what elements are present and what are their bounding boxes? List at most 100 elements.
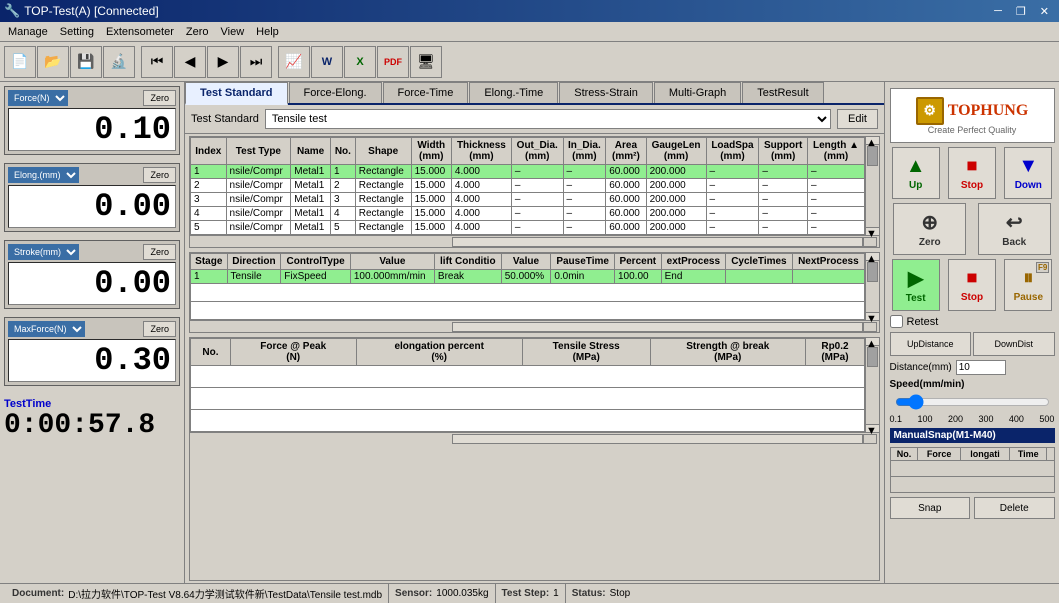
elong-select[interactable]: Elong.(mm) <box>8 167 79 183</box>
specimens-cell: Rectangle <box>355 179 411 193</box>
col-loadspa: LoadSpa(mm) <box>706 138 759 165</box>
menu-zero[interactable]: Zero <box>180 24 215 40</box>
specimens-cell: 4 <box>191 207 227 221</box>
process-scrollbar-h[interactable] <box>452 322 863 332</box>
specimens-cell: 15.000 <box>411 193 451 207</box>
proc-controltype: ControlType <box>281 254 351 270</box>
res-strengthbreak: Strength @ break(MPa) <box>650 339 805 366</box>
res-no: No. <box>191 339 231 366</box>
status-bar: Document: D:\拉力软件\TOP-Test V8.64力学测试软件新\… <box>0 583 1059 603</box>
force-zero-button[interactable]: Zero <box>143 90 176 106</box>
close-button[interactable]: ✕ <box>1034 3 1055 19</box>
menu-extensometer[interactable]: Extensometer <box>100 24 180 40</box>
specimens-cell: – <box>563 221 606 235</box>
toolbar-next[interactable]: ▶ <box>207 46 239 78</box>
tab-multi-graph[interactable]: Multi-Graph <box>654 82 741 103</box>
stop-label-1: Stop <box>961 180 983 191</box>
proc-direction: Direction <box>227 254 281 270</box>
proc-cell-pausetime: 0.0min <box>551 270 615 284</box>
proc-percent: Percent <box>614 254 661 270</box>
logo-text: TOPHUNG <box>948 102 1029 120</box>
stroke-select[interactable]: Stroke(mm) <box>8 244 79 260</box>
toolbar-first[interactable]: ⏮ <box>141 46 173 78</box>
tab-test-standard[interactable]: Test Standard <box>185 82 288 105</box>
menu-view[interactable]: View <box>215 24 251 40</box>
specimens-cell: 60.000 <box>606 179 646 193</box>
minimize-button[interactable]: ─ <box>988 3 1008 19</box>
specimens-cell: – <box>563 165 606 179</box>
proc-cell-liftcond: Break <box>434 270 501 284</box>
toolbar-last[interactable]: ⏭ <box>240 46 272 78</box>
specimens-cell: – <box>807 193 864 207</box>
downdist-button[interactable]: DownDist <box>973 332 1055 356</box>
logo-sub: Create Perfect Quality <box>928 125 1017 135</box>
specimens-scrollbar-h[interactable] <box>452 237 863 247</box>
tab-force-elong[interactable]: Force-Elong. <box>289 82 382 103</box>
distance-input[interactable] <box>956 360 1006 375</box>
specimens-cell: – <box>563 207 606 221</box>
tab-stress-strain[interactable]: Stress-Strain <box>559 82 653 103</box>
toolbar-save[interactable]: 💾 <box>70 46 102 78</box>
speed-label: Speed(mm/min) <box>890 379 1055 390</box>
up-button[interactable]: ▲ Up <box>892 147 940 199</box>
proc-cell-controltype: FixSpeed <box>281 270 351 284</box>
pause-label: Pause <box>1014 292 1043 303</box>
menu-manage[interactable]: Manage <box>2 24 54 40</box>
proc-cell-cycletimes <box>726 270 793 284</box>
toolbar-chart1[interactable]: 📈 <box>278 46 310 78</box>
edit-button[interactable]: Edit <box>837 109 878 129</box>
specimens-scrollbar-v[interactable]: ▲ ▼ <box>865 137 879 235</box>
menu-help[interactable]: Help <box>250 24 285 40</box>
process-row[interactable]: 1 Tensile FixSpeed 100.000mm/min Break 5… <box>191 270 865 284</box>
snap-col-force: Force <box>918 448 960 461</box>
specimens-cell: 200.000 <box>646 165 706 179</box>
stop-button-2[interactable]: ⏹ Stop <box>948 259 996 311</box>
stroke-zero-button[interactable]: Zero <box>143 244 176 260</box>
snap-button[interactable]: Snap <box>890 497 971 519</box>
toolbar-word[interactable]: W <box>311 46 343 78</box>
maxforce-zero-button[interactable]: Zero <box>143 321 176 337</box>
results-row-empty2 <box>191 388 865 410</box>
pause-button[interactable]: ⏸ Pause F9 <box>1004 259 1052 311</box>
col-testtype: Test Type <box>226 138 291 165</box>
retest-checkbox[interactable] <box>890 315 903 328</box>
test-button[interactable]: ▶ Test <box>892 259 940 311</box>
teststep-label: Test Step: <box>502 588 550 599</box>
results-scrollbar-h[interactable] <box>452 434 863 444</box>
toolbar-excel[interactable]: X <box>344 46 376 78</box>
proc-extprocess: extProcess <box>661 254 725 270</box>
elong-zero-button[interactable]: Zero <box>143 167 176 183</box>
down-button[interactable]: ▼ Down <box>1004 147 1052 199</box>
res-tensilestress: Tensile Stress(MPa) <box>522 339 650 366</box>
toolbar-pdf[interactable]: PDF <box>377 46 409 78</box>
delete-button[interactable]: Delete <box>974 497 1055 519</box>
back-button[interactable]: ↩ Back <box>978 203 1051 255</box>
snap-table-container: No. Force longati Time <box>890 447 1055 493</box>
toolbar-btn4[interactable]: 🔬 <box>103 46 135 78</box>
tab-test-result[interactable]: TestResult <box>742 82 823 103</box>
restore-button[interactable]: ❐ <box>1010 3 1032 19</box>
process-scrollbar-v[interactable]: ▲ ▼ <box>865 253 879 320</box>
stroke-value: 0.00 <box>8 262 176 305</box>
stop-button-1[interactable]: ⏹ Stop <box>948 147 996 199</box>
toolbar-prev[interactable]: ◀ <box>174 46 206 78</box>
force-select[interactable]: Force(N) <box>8 90 68 106</box>
zero-button[interactable]: ⊕ Zero <box>893 203 966 255</box>
tab-elong-time[interactable]: Elong.-Time <box>469 82 558 103</box>
updistance-button[interactable]: UpDistance <box>890 332 972 356</box>
manual-snap-label: ManualSnap(M1-M40) <box>890 428 1055 443</box>
menu-setting[interactable]: Setting <box>54 24 100 40</box>
toolbar-open[interactable]: 📂 <box>37 46 69 78</box>
status-value-text: Stop <box>610 588 631 599</box>
specimens-cell: – <box>511 179 563 193</box>
speed-slider[interactable] <box>895 394 1050 410</box>
results-scrollbar-v[interactable]: ▲ ▼ <box>865 338 879 432</box>
status-document: Document: D:\拉力软件\TOP-Test V8.64力学测试软件新\… <box>6 584 389 603</box>
tab-force-time[interactable]: Force-Time <box>383 82 469 103</box>
retest-label: Retest <box>907 316 939 328</box>
toolbar-new[interactable]: 📄 <box>4 46 36 78</box>
results-row-empty3 <box>191 410 865 432</box>
test-standard-select[interactable]: Tensile test <box>265 109 831 129</box>
maxforce-select[interactable]: MaxForce(N) <box>8 321 85 337</box>
toolbar-export[interactable]: 🖥 <box>410 46 442 78</box>
